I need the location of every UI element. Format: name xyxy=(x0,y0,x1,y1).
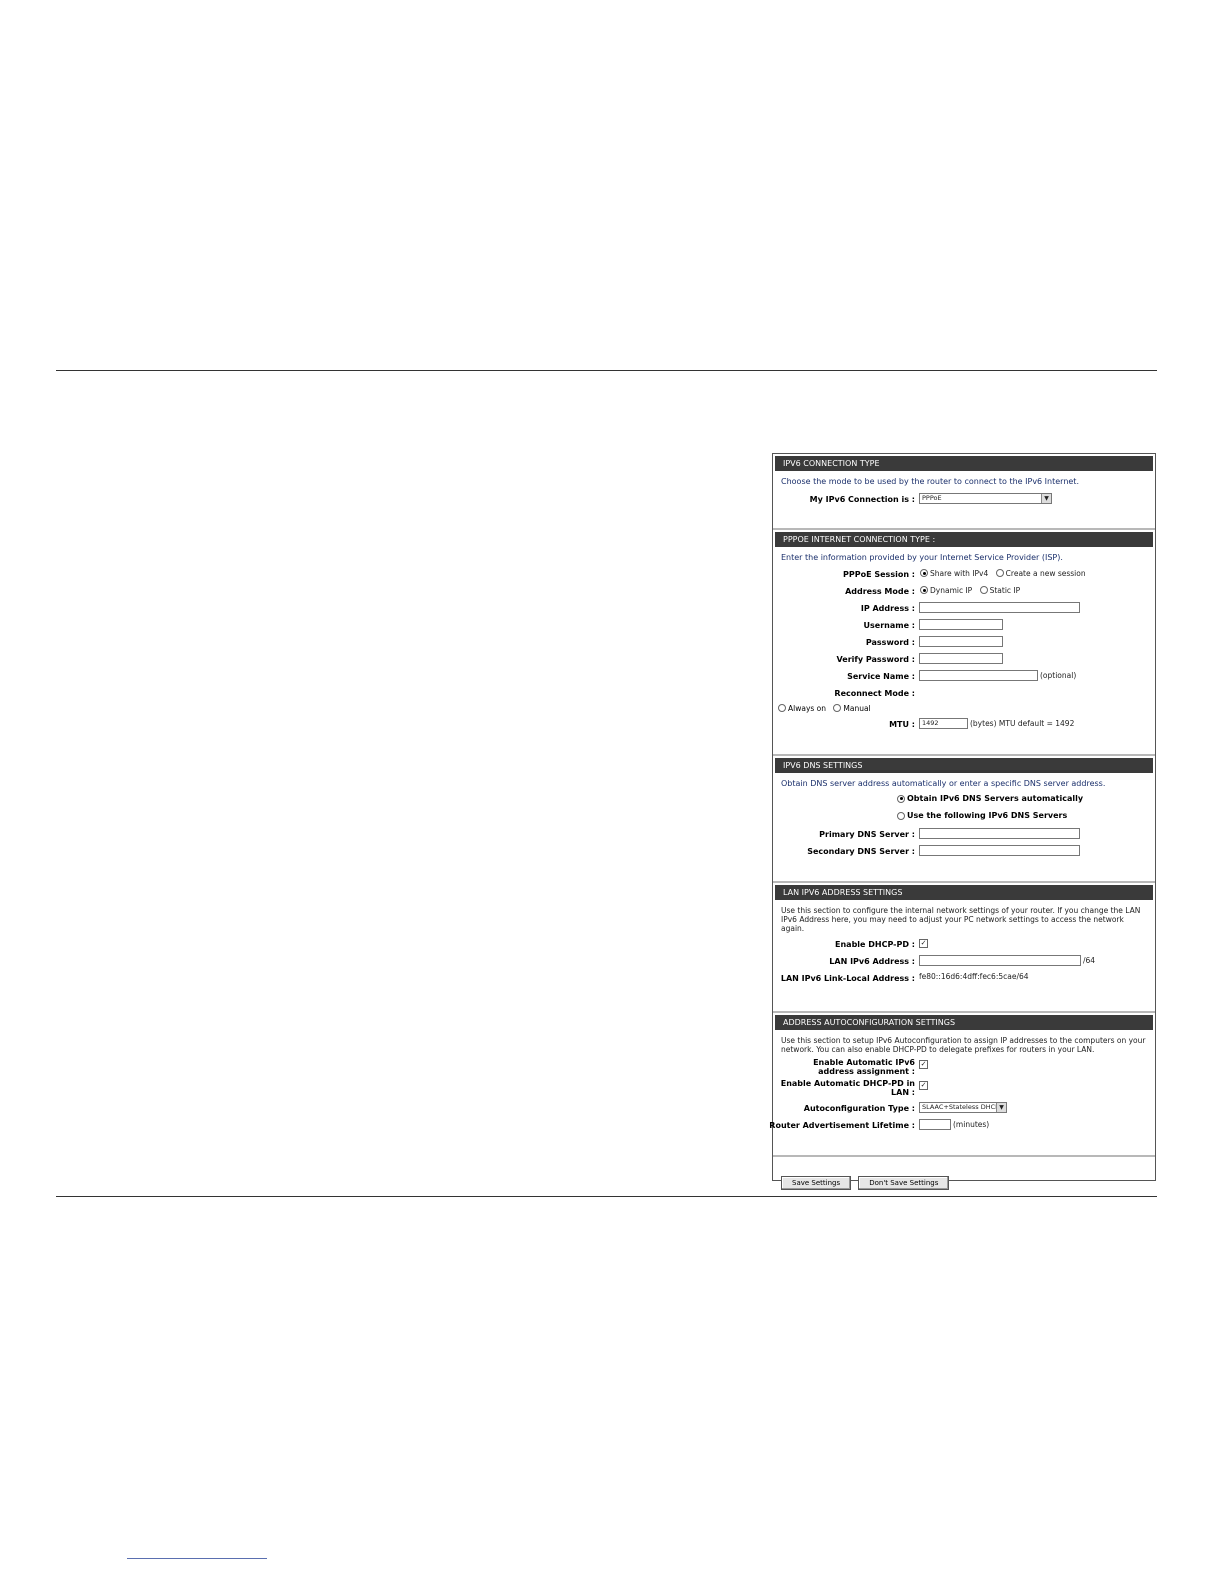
lan-ipv6-address-input[interactable] xyxy=(919,955,1081,966)
section-header: LAN IPV6 ADDRESS SETTINGS xyxy=(775,885,1153,900)
reconnect-mode-label: Reconnect Mode : xyxy=(834,689,915,698)
lan-section: LAN IPV6 ADDRESS SETTINGS Use this secti… xyxy=(773,885,1155,1013)
secondary-dns-label: Secondary DNS Server : xyxy=(807,847,915,856)
radio-manual[interactable] xyxy=(833,704,842,712)
link-local-label: LAN IPv6 Link-Local Address : xyxy=(780,974,915,983)
section-header: IPV6 DNS SETTINGS xyxy=(775,758,1153,773)
radio-static-ip[interactable] xyxy=(979,586,988,594)
connection-type-label: My IPv6 Connection is : xyxy=(809,495,915,504)
section-header: ADDRESS AUTOCONFIGURATION SETTINGS xyxy=(775,1015,1153,1030)
button-bar: Save Settings Don't Save Settings xyxy=(773,1157,1155,1190)
section-intro: Enter the information provided by your I… xyxy=(781,553,1063,562)
radio-always-on[interactable] xyxy=(778,704,786,712)
section-intro: Choose the mode to be used by the router… xyxy=(781,477,1079,486)
service-name-input[interactable] xyxy=(919,670,1038,681)
autoconfig-type-label: Autoconfiguration Type : xyxy=(803,1104,915,1113)
username-label: Username : xyxy=(863,621,915,630)
verify-password-input[interactable] xyxy=(919,653,1003,664)
footer-link-line xyxy=(127,1558,267,1559)
mtu-input[interactable]: 1492 xyxy=(919,718,968,729)
save-settings-button[interactable]: Save Settings xyxy=(781,1176,852,1190)
password-label: Password : xyxy=(865,638,915,647)
pppoe-session-label: PPPoE Session : xyxy=(843,570,915,579)
ipv6-settings-panel: IPV6 CONNECTION TYPE Choose the mode to … xyxy=(769,453,1156,1190)
ip-address-label: IP Address : xyxy=(860,604,915,613)
section-header: PPPOE INTERNET CONNECTION TYPE : xyxy=(775,532,1153,547)
verify-password-label: Verify Password : xyxy=(836,655,915,664)
radio-new-session[interactable] xyxy=(995,569,1004,577)
link-local-value: fe80::16d6:4dff:fec6:5cae/64 xyxy=(919,972,1029,981)
pppoe-section: PPPOE INTERNET CONNECTION TYPE : Enter t… xyxy=(773,532,1155,756)
connection-type-section: IPV6 CONNECTION TYPE Choose the mode to … xyxy=(773,456,1155,530)
section-intro: Use this section to setup IPv6 Autoconfi… xyxy=(781,1036,1146,1054)
section-header: IPV6 CONNECTION TYPE xyxy=(775,456,1153,471)
radio-dns-manual[interactable] xyxy=(897,811,905,820)
auto-assign-checkbox[interactable]: ✓ xyxy=(919,1059,928,1069)
section-intro: Use this section to configure the intern… xyxy=(781,906,1141,933)
primary-dns-label: Primary DNS Server : xyxy=(819,830,915,839)
dns-section: IPV6 DNS SETTINGS Obtain DNS server addr… xyxy=(773,758,1155,883)
radio-share-ipv4[interactable] xyxy=(920,569,928,577)
chevron-down-icon: ▼ xyxy=(996,1103,1006,1112)
connection-type-select[interactable]: PPPoE ▼ xyxy=(919,493,1052,504)
top-divider xyxy=(56,370,1157,371)
lan-ipv6-address-label: LAN IPv6 Address : xyxy=(829,957,915,966)
section-intro: Obtain DNS server address automatically … xyxy=(781,779,1106,788)
dhcp-pd-checkbox[interactable]: ✓ xyxy=(919,938,928,948)
secondary-dns-input[interactable] xyxy=(919,845,1080,856)
ra-lifetime-label: Router Advertisement Lifetime : xyxy=(769,1121,915,1130)
ip-address-input[interactable] xyxy=(919,602,1080,613)
dhcp-pd-label: Enable DHCP-PD : xyxy=(835,940,915,949)
service-name-label: Service Name : xyxy=(847,672,915,681)
radio-dynamic-ip[interactable] xyxy=(920,586,928,594)
primary-dns-input[interactable] xyxy=(919,828,1080,839)
address-mode-label: Address Mode : xyxy=(845,587,915,596)
ra-lifetime-input[interactable] xyxy=(919,1119,951,1130)
auto-assign-label: Enable Automatic IPv6 address assignment… xyxy=(813,1058,915,1076)
autoconfig-type-select[interactable]: SLAAC+Stateless DHCP ▼ xyxy=(919,1102,1007,1113)
username-input[interactable] xyxy=(919,619,1003,630)
chevron-down-icon: ▼ xyxy=(1041,494,1051,503)
dont-save-settings-button[interactable]: Don't Save Settings xyxy=(858,1176,950,1190)
auto-dhcp-pd-checkbox[interactable]: ✓ xyxy=(919,1080,928,1090)
password-input[interactable] xyxy=(919,636,1003,647)
mtu-label: MTU : xyxy=(889,720,915,729)
radio-dns-auto[interactable] xyxy=(897,794,905,803)
bottom-divider xyxy=(56,1196,1157,1197)
autoconfig-section: ADDRESS AUTOCONFIGURATION SETTINGS Use t… xyxy=(769,1015,1155,1157)
auto-dhcp-pd-label: Enable Automatic DHCP-PD in LAN : xyxy=(780,1079,915,1097)
